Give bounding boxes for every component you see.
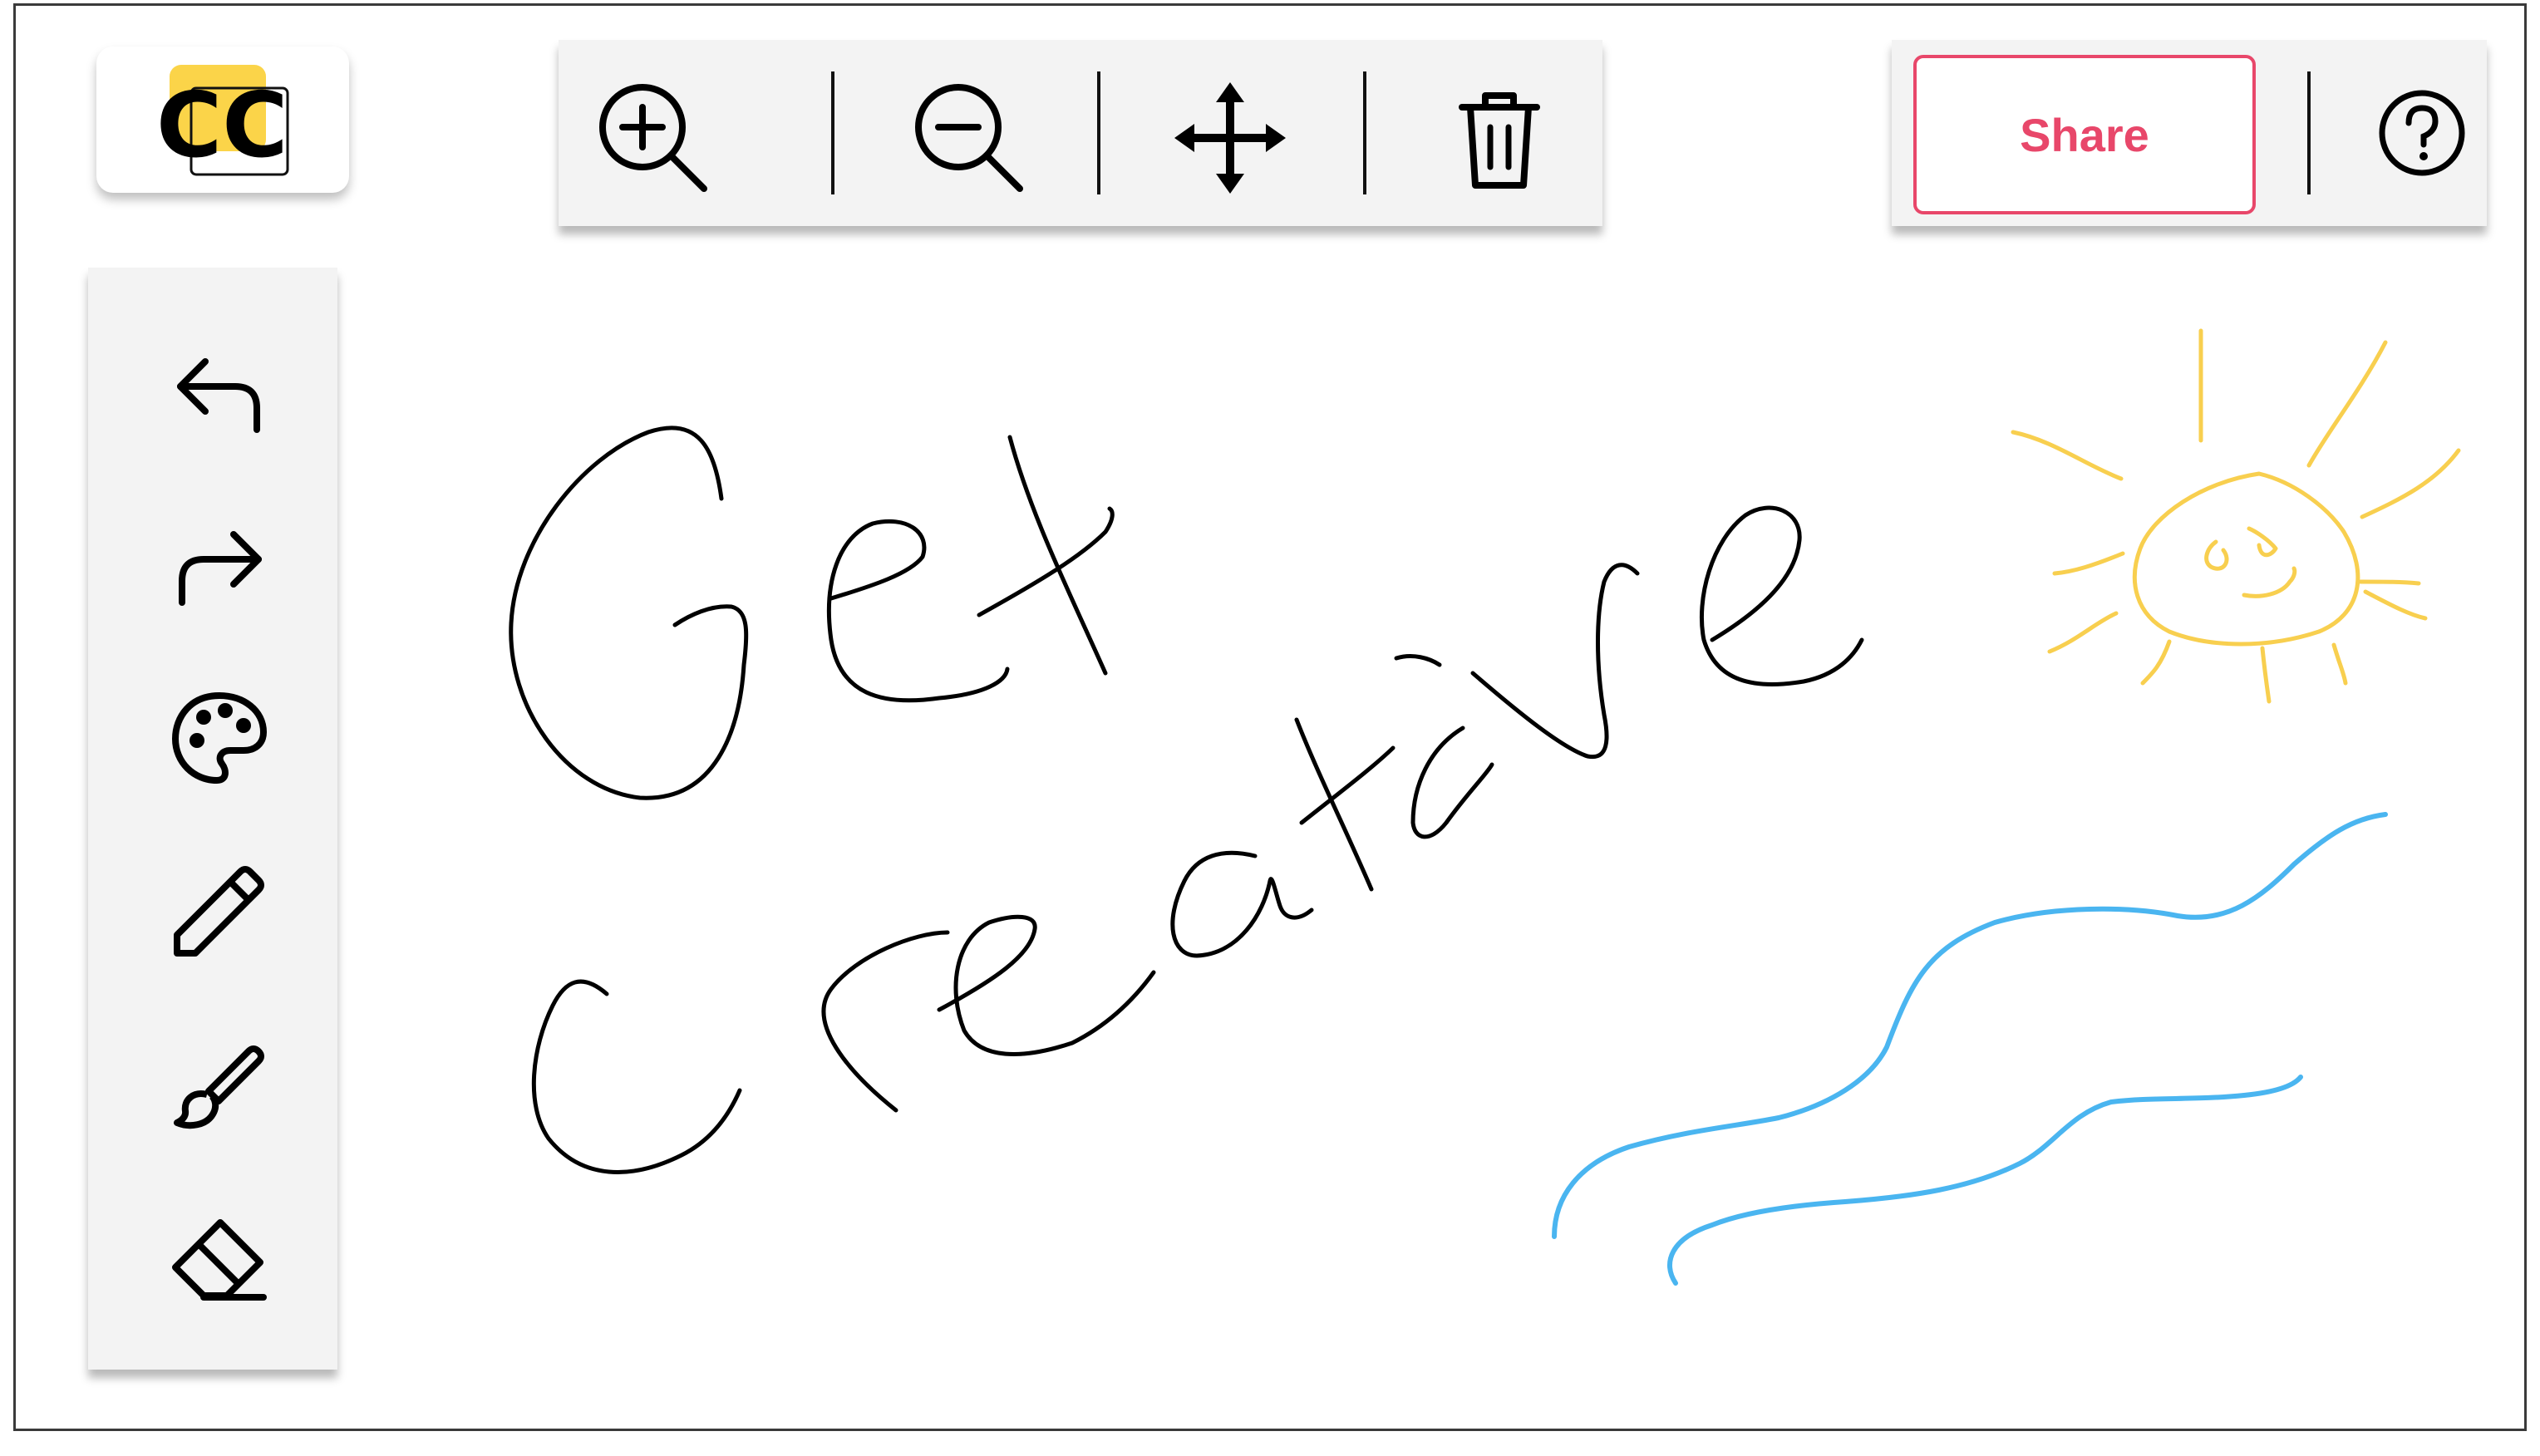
app-logo: CC [96, 47, 349, 193]
delete-button[interactable] [1435, 73, 1564, 203]
trash-icon [1459, 92, 1540, 189]
top-toolbar [559, 40, 1602, 226]
palette-icon [172, 692, 267, 784]
brush-button[interactable] [145, 1017, 294, 1150]
toolbar-divider [1097, 71, 1100, 194]
drawing-toolbar [88, 268, 337, 1370]
undo-button[interactable] [145, 326, 294, 459]
color-button[interactable] [145, 671, 294, 804]
brush-icon [174, 1045, 264, 1129]
share-button[interactable]: Share [1913, 55, 2256, 214]
toolbar-divider [1363, 71, 1366, 194]
help-button[interactable] [2357, 68, 2487, 198]
eraser-icon [172, 1219, 267, 1301]
logo-icon: CC [156, 65, 289, 178]
zoom-in-button[interactable] [588, 73, 718, 203]
pencil-button[interactable] [145, 844, 294, 977]
pencil-icon [174, 866, 264, 957]
zoom-out-button[interactable] [904, 73, 1034, 203]
zoom-out-icon [915, 84, 1023, 192]
question-circle-icon [2379, 90, 2465, 176]
move-arrows-icon [1174, 82, 1286, 194]
logo-text: CC [156, 74, 288, 178]
toolbar-divider [2307, 71, 2311, 194]
redo-button[interactable] [145, 499, 294, 632]
undo-arrow-icon [177, 358, 260, 433]
zoom-in-icon [599, 84, 707, 192]
move-button[interactable] [1165, 73, 1295, 203]
toolbar-divider [831, 71, 834, 194]
redo-arrow-icon [179, 531, 262, 606]
eraser-button[interactable] [145, 1192, 294, 1325]
share-toolbar: Share [1892, 40, 2487, 226]
